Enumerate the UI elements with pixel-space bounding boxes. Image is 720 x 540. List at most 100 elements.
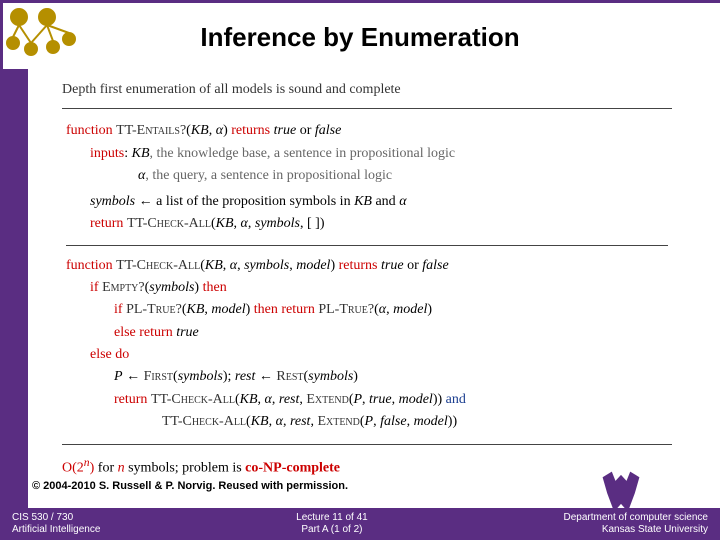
fn-extend: Extend: [306, 392, 348, 407]
lecture-number: Lecture 11 of 41: [296, 512, 368, 525]
lecture-part: Part A (1 of 2): [296, 524, 368, 537]
sym-alpha: α: [399, 194, 406, 209]
sym-kb: KB: [240, 392, 258, 407]
fn-checkall: TT-Check-All: [162, 414, 246, 429]
sym-alpha: α: [379, 302, 386, 317]
kw-and: and: [375, 194, 395, 209]
pseudo-line: symbols ← a list of the proposition symb…: [66, 192, 668, 212]
desc-kb: , the knowledge base, a sentence in prop…: [150, 146, 456, 161]
kw-false: false: [422, 258, 448, 273]
pseudo-line: return TT-Check-All(KB, α, rest, Extend(…: [66, 390, 668, 410]
sym-kb: KB: [132, 146, 150, 161]
kw-or: or: [300, 123, 312, 138]
pseudo-line: TT-Check-All(KB, α, rest, Extend(P, fals…: [66, 412, 668, 432]
kw-false: false: [380, 414, 406, 429]
kw-function: function: [66, 123, 113, 138]
slide-content: Depth first enumeration of all models is…: [62, 80, 672, 470]
intro-text: Depth first enumeration of all models is…: [62, 80, 672, 100]
sym-symbols: symbols: [255, 216, 300, 231]
sym-rest: rest: [235, 369, 255, 384]
sym-kb: KB: [216, 216, 234, 231]
pseudo-line: α, the query, a sentence in propositiona…: [66, 166, 668, 186]
kw-return: return: [90, 216, 123, 231]
bigO: O(2: [62, 461, 84, 476]
credit-text: © 2004-2010 S. Russell & P. Norvig. Reus…: [32, 480, 348, 492]
sym-symbols: symbols: [90, 194, 135, 209]
sym-P: P: [114, 369, 123, 384]
sym-kb: KB: [251, 414, 269, 429]
divider: [66, 245, 668, 246]
fn-empty: Empty?: [102, 280, 145, 295]
kw-true: true: [369, 392, 392, 407]
footer-bar: CIS 530 / 730 Artificial Intelligence Le…: [0, 508, 720, 540]
fn-first: First: [144, 369, 173, 384]
footer-right: Department of computer science Kansas St…: [563, 512, 708, 537]
department: Department of computer science: [563, 512, 708, 525]
sym-model: model: [399, 392, 433, 407]
complexity-class: co-NP-complete: [245, 461, 340, 476]
kw-else: else: [114, 325, 136, 340]
for-txt: for: [94, 461, 117, 476]
sym-alpha: α: [241, 216, 248, 231]
sym-alpha: α: [265, 392, 272, 407]
sym-kb: KB: [187, 302, 205, 317]
sym-symbols: symbols: [244, 258, 289, 273]
left-accent-bar: [0, 0, 28, 540]
kw-and: and: [446, 392, 466, 407]
kw-if: if: [90, 280, 99, 295]
fn-checkall: TT-Check-All: [127, 216, 211, 231]
pseudo-line: if PL-True?(KB, model) then return PL-Tr…: [66, 300, 668, 320]
kw-do: do: [115, 347, 129, 362]
course-code: CIS 530 / 730: [12, 512, 100, 525]
pseudo-line: return TT-Check-All(KB, α, symbols, [ ]): [66, 214, 668, 234]
sym-rest: rest: [290, 414, 310, 429]
fn-extend: Extend: [317, 414, 359, 429]
pseudo-line: function TT-Check-All(KB, α, symbols, mo…: [66, 256, 668, 276]
fn-checkall: TT-Check-All: [116, 258, 200, 273]
sym-symbols: symbols: [178, 369, 223, 384]
fn-entails: TT-Entails?: [116, 123, 186, 138]
desc-alpha: , the query, a sentence in propositional…: [145, 168, 392, 183]
sym-alpha: α: [230, 258, 237, 273]
kw-if: if: [114, 302, 123, 317]
kw-then: then: [203, 280, 227, 295]
symbols-txt: symbols; problem is: [125, 461, 246, 476]
pseudo-line: inputs: KB, the knowledge base, a senten…: [66, 144, 668, 164]
footer-left: CIS 530 / 730 Artificial Intelligence: [12, 512, 100, 537]
kw-inputs: inputs: [90, 146, 124, 161]
kw-then: then: [254, 302, 278, 317]
sym-symbols: symbols: [149, 280, 194, 295]
footer-center: Lecture 11 of 41 Part A (1 of 2): [296, 512, 368, 537]
kw-return: return: [114, 392, 147, 407]
sym-model: model: [211, 302, 245, 317]
sym-kb: KB: [205, 258, 223, 273]
pseudocode-box: function TT-Entails?(KB, α) returns true…: [62, 108, 672, 445]
fn-pltrue: PL-True?: [126, 302, 182, 317]
kw-returns: returns: [339, 258, 378, 273]
top-accent-bar: [0, 0, 720, 3]
sym-model: model: [393, 302, 427, 317]
sym-symbols: symbols: [308, 369, 353, 384]
kw-return: return: [139, 325, 172, 340]
kw-or: or: [407, 258, 419, 273]
kw-returns: returns: [231, 123, 270, 138]
fn-pltrue: PL-True?: [318, 302, 374, 317]
pseudo-line: if Empty?(symbols) then: [66, 278, 668, 298]
sym-kb: KB: [191, 123, 209, 138]
sym-alpha: α: [276, 414, 283, 429]
sym-kb: KB: [354, 194, 372, 209]
pseudo-line: function TT-Entails?(KB, α) returns true…: [66, 121, 668, 141]
desc-symbols: ← a list of the proposition symbols in: [135, 194, 354, 209]
pseudo-line: P ← First(symbols); rest ← Rest(symbols): [66, 367, 668, 387]
slide-title: Inference by Enumeration: [0, 22, 720, 53]
kw-true: true: [274, 123, 297, 138]
sym-P: P: [353, 392, 362, 407]
sym-rest: rest: [279, 392, 299, 407]
kw-function: function: [66, 258, 113, 273]
university: Kansas State University: [563, 524, 708, 537]
fn-rest: Rest: [276, 369, 303, 384]
fn-checkall: TT-Check-All: [151, 392, 235, 407]
sym-model: model: [296, 258, 330, 273]
kw-else: else: [90, 347, 112, 362]
sym-alpha: α: [216, 123, 223, 138]
